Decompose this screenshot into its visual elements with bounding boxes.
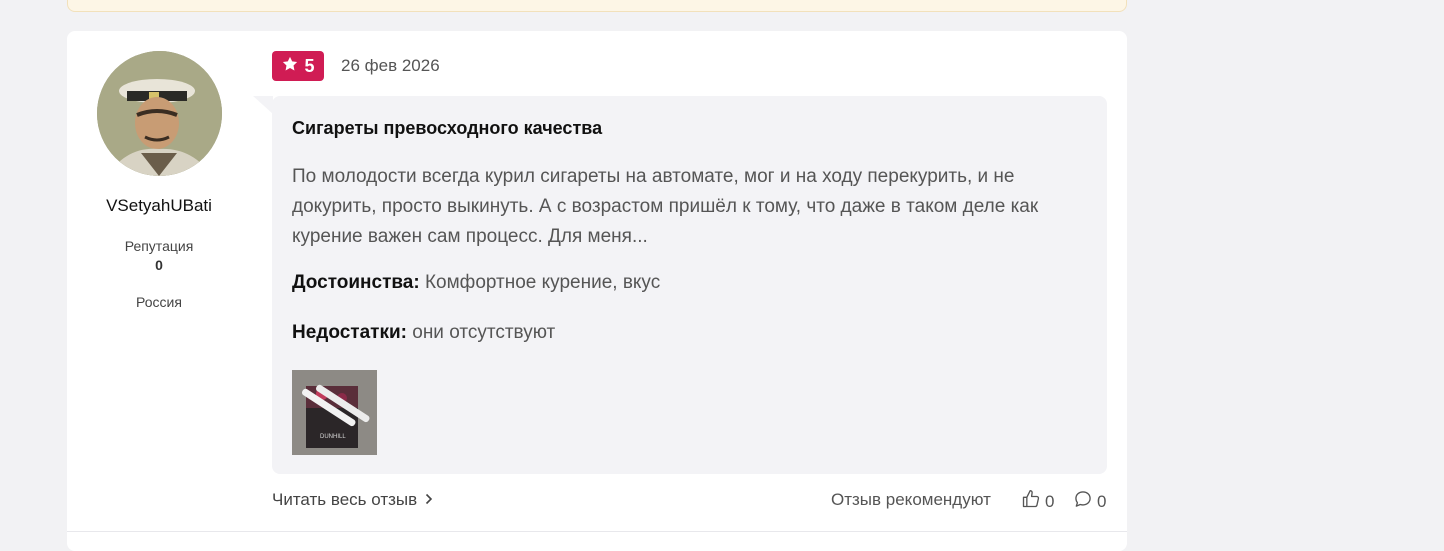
review-bubble: Сигареты превосходного качества По молод… [272, 96, 1107, 474]
review-card: VSetyahUBati Репутация 0 Россия 5 26 фев… [67, 31, 1127, 551]
star-icon [281, 55, 299, 78]
pack-brand-text: DUNHILL [320, 434, 346, 440]
recommend-label: Отзыв рекомендуют [831, 490, 991, 509]
author-country: Россия [136, 294, 182, 310]
thumbs-up-icon [1021, 489, 1041, 514]
cons-label: Недостатки: [292, 322, 407, 343]
like-count: 0 [1045, 491, 1055, 511]
review-pros: Достоинства: Комфортное курение, вкус [292, 272, 660, 294]
comment-count: 0 [1097, 491, 1107, 511]
review-date: 26 фев 2026 [341, 56, 440, 75]
review-cons: Недостатки: они отсутствуют [292, 322, 555, 344]
bubble-tail [253, 96, 273, 114]
like-button[interactable]: 0 [1021, 489, 1054, 514]
cons-value: они отсутствуют [412, 322, 556, 343]
top-notice-panel [67, 0, 1127, 12]
rating-value: 5 [304, 55, 315, 76]
cigarette-pack-image: DUNHILL [292, 370, 377, 455]
read-more-label: Читать весь отзыв [272, 490, 418, 509]
avatar[interactable] [97, 51, 222, 176]
read-full-review-link[interactable]: Читать весь отзыв [272, 490, 433, 510]
comments-button[interactable]: 0 [1073, 489, 1106, 514]
pros-value: Комфортное курение, вкус [424, 272, 661, 293]
rating-badge: 5 [272, 51, 324, 81]
divider [67, 531, 1127, 532]
review-text: По молодости всегда курил сигареты на ав… [292, 166, 1039, 247]
pros-label: Достоинства: [292, 272, 420, 293]
username[interactable]: VSetyahUBati [67, 196, 251, 216]
reputation-label: Репутация [124, 238, 194, 254]
review-title[interactable]: Сигареты превосходного качества [292, 118, 602, 139]
chevron-right-icon [425, 490, 433, 510]
reputation-value: 0 [155, 257, 163, 273]
review-photo-thumbnail[interactable]: DUNHILL [292, 370, 377, 455]
avatar-image [97, 51, 222, 176]
comment-icon [1073, 489, 1093, 514]
